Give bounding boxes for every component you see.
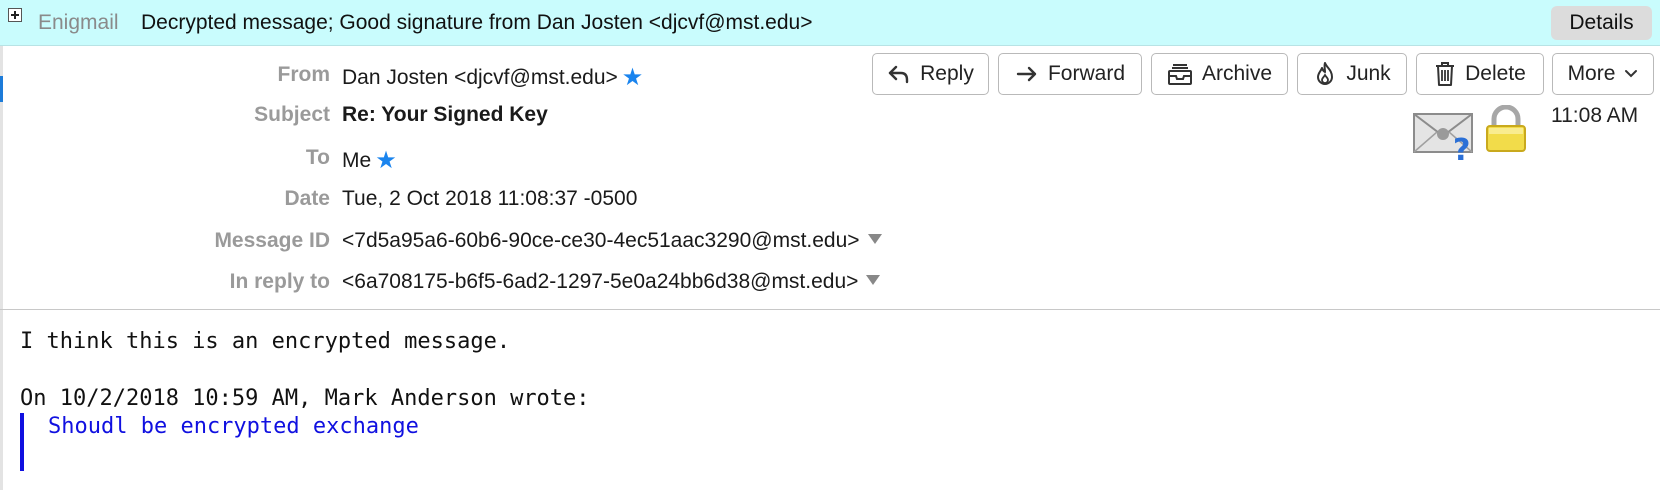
subject-value: Re: Your Signed Key: [342, 103, 548, 126]
junk-label: Junk: [1346, 62, 1391, 85]
delete-button[interactable]: Delete: [1416, 53, 1544, 95]
from-label: From: [277, 63, 331, 86]
from-value[interactable]: Dan Josten <djcvf@mst.edu> ★: [342, 63, 643, 92]
date-value: Tue, 2 Oct 2018 11:08:37 -0500: [342, 187, 638, 210]
in-reply-to-value[interactable]: <6a708175-b6f5-6ad2-1297-5e0a24bb6d38@ms…: [342, 270, 881, 294]
expand-toggle-icon[interactable]: [8, 8, 22, 22]
message-body-line: I think this is an encrypted message.: [20, 329, 511, 354]
details-button[interactable]: Details: [1551, 6, 1652, 40]
message-id-label: Message ID: [214, 229, 330, 252]
forward-label: Forward: [1047, 62, 1126, 85]
message-id-value[interactable]: <7d5a95a6-60b6-90ce-ce30-4ec51aac3290@ms…: [342, 229, 882, 253]
to-value[interactable]: Me ★: [342, 146, 397, 175]
enigmail-bar: Enigmail Decrypted message; Good signatu…: [0, 0, 1660, 46]
lock-encrypted-icon[interactable]: [1484, 105, 1528, 153]
svg-text:?: ?: [1453, 133, 1470, 164]
subject-label: Subject: [254, 103, 330, 126]
message-time: 11:08 AM: [1551, 104, 1639, 127]
star-icon[interactable]: ★: [375, 146, 397, 175]
delete-label: Delete: [1465, 62, 1526, 85]
archive-label: Archive: [1201, 62, 1273, 85]
from-address[interactable]: Dan Josten <djcvf@mst.edu>: [342, 66, 618, 89]
star-icon[interactable]: ★: [622, 63, 644, 92]
chevron-down-icon: [1625, 70, 1638, 78]
date-label: Date: [284, 187, 330, 210]
envelope-unknown-signature-icon[interactable]: ?: [1413, 110, 1477, 164]
quote-bar: [20, 413, 24, 471]
reply-icon: [888, 65, 909, 84]
header-body-divider: [0, 309, 1660, 310]
message-header: From Dan Josten <djcvf@mst.edu> ★ Subject…: [0, 46, 1660, 309]
reply-button[interactable]: Reply: [872, 53, 989, 95]
in-reply-to-label: In reply to: [229, 270, 330, 293]
trash-icon: [1436, 62, 1455, 86]
junk-flame-icon: [1317, 62, 1334, 85]
junk-button[interactable]: Junk: [1297, 53, 1407, 95]
more-button[interactable]: More: [1552, 53, 1654, 95]
quote-attribution: On 10/2/2018 10:59 AM, Mark Anderson wro…: [20, 386, 590, 411]
reply-label: Reply: [920, 62, 974, 85]
dropdown-arrow-icon[interactable]: [867, 234, 882, 244]
enigmail-label: Enigmail: [38, 11, 119, 34]
archive-icon: [1167, 64, 1192, 85]
forward-icon: [1016, 66, 1037, 82]
enigmail-status: Decrypted message; Good signature from D…: [141, 11, 813, 34]
dropdown-arrow-icon[interactable]: [866, 275, 881, 285]
to-label: To: [305, 146, 330, 169]
more-label: More: [1567, 62, 1616, 85]
archive-button[interactable]: Archive: [1151, 53, 1288, 95]
quoted-text: Shoudl be encrypted exchange: [48, 414, 419, 439]
to-recipient[interactable]: Me: [342, 149, 371, 172]
in-reply-to-text[interactable]: <6a708175-b6f5-6ad2-1297-5e0a24bb6d38@ms…: [342, 270, 858, 293]
message-id-text[interactable]: <7d5a95a6-60b6-90ce-ce30-4ec51aac3290@ms…: [342, 229, 860, 252]
forward-button[interactable]: Forward: [998, 53, 1142, 95]
